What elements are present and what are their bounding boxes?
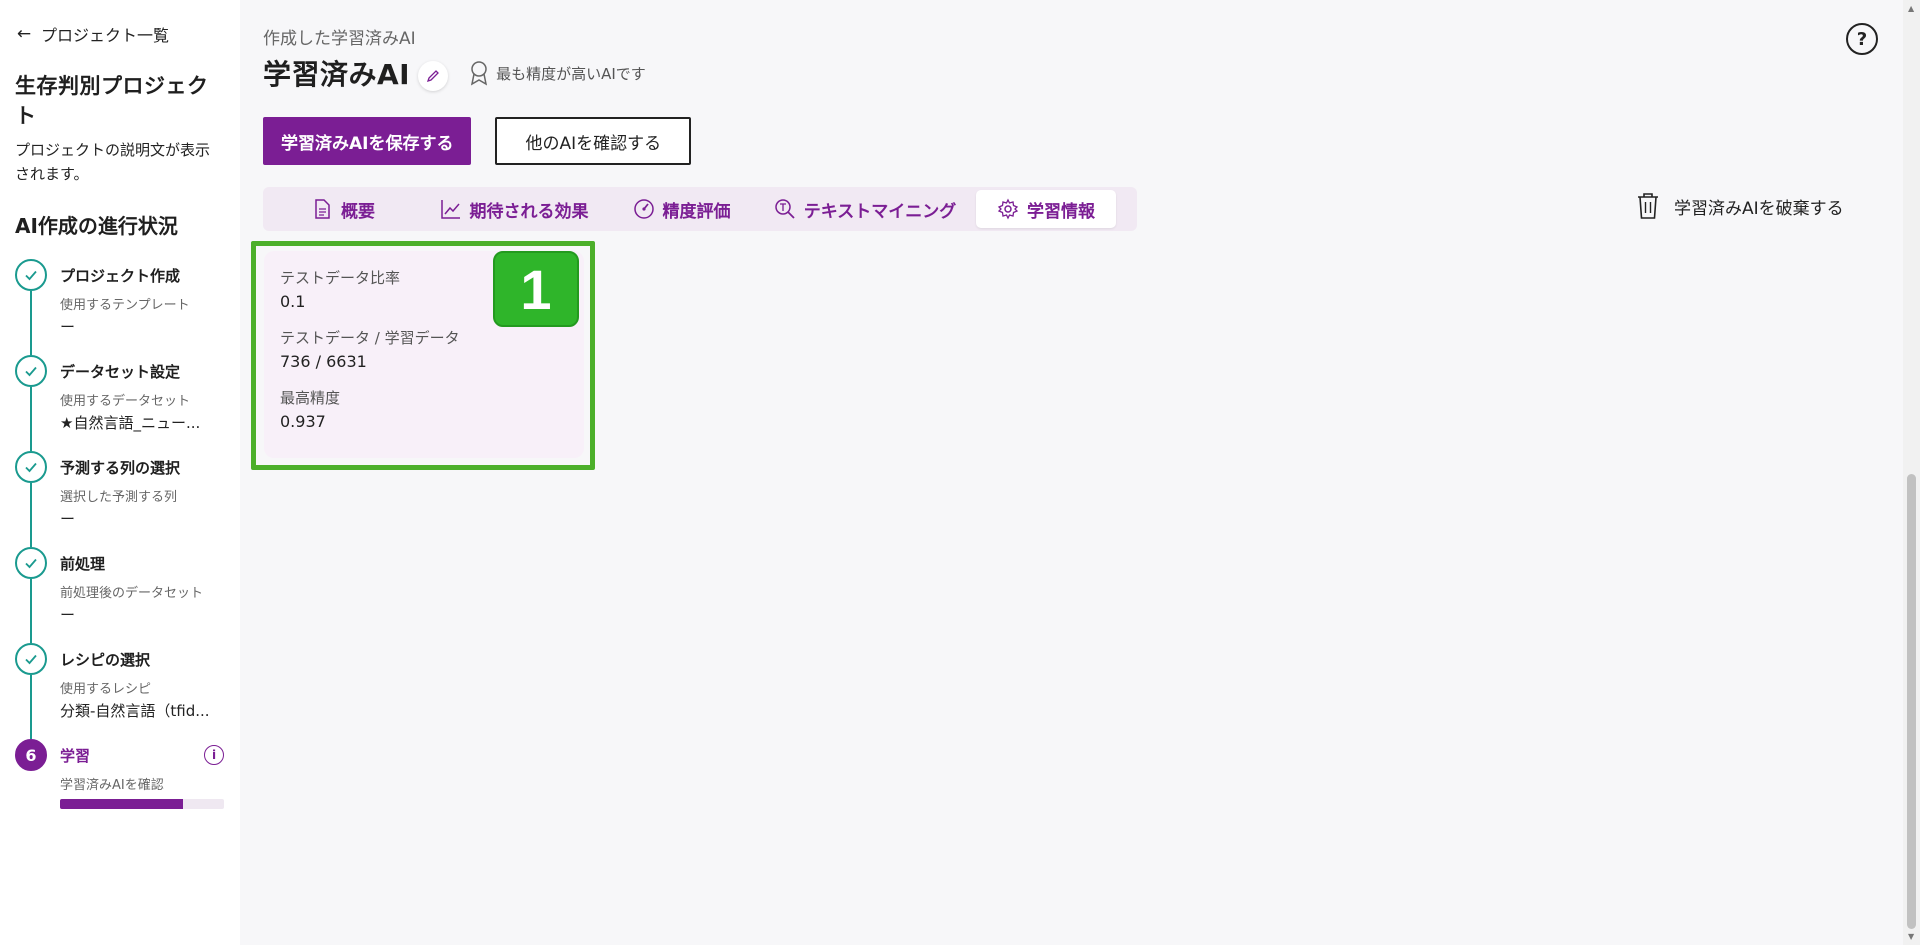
step-value: ★自然言語_ニュー...	[60, 414, 201, 432]
progress-title: AI作成の進行状況	[15, 214, 178, 238]
action-buttons: 学習済みAIを保存する 他のAIを確認する	[263, 117, 1920, 165]
step-title: レシピの選択	[60, 651, 151, 669]
page-title: 学習済みAI	[263, 58, 411, 91]
step-subtitle: 使用するテンプレート	[60, 298, 190, 313]
ribbon-award-icon	[471, 61, 488, 86]
scrollbar-thumb[interactable]	[1907, 474, 1916, 929]
step-title: プロジェクト作成	[60, 267, 181, 285]
step-title: データセット設定	[60, 363, 181, 381]
annotation-number-badge: 1	[493, 251, 579, 327]
title-row: 学習済みAI 最も精度が高いAIです	[263, 53, 1920, 93]
tab-text-mining[interactable]: テキストマイニング	[754, 190, 976, 228]
trash-icon	[1638, 193, 1658, 219]
main-content: 作成した学習済みAI 学習済みAI 最も精度が高いAIです 学習済みAIを保存す…	[240, 0, 1920, 945]
discard-ai-button[interactable]: 学習済みAIを破棄する	[1636, 192, 1844, 220]
edit-title-button[interactable]	[418, 61, 449, 91]
check-icon	[15, 643, 47, 675]
step-subtitle: 学習済みAIを確認	[60, 778, 164, 793]
step-recipe[interactable]: レシピの選択 使用するレシピ 分類-自然言語（tfid...	[15, 643, 224, 739]
step-title: 予測する列の選択	[60, 459, 181, 477]
back-to-projects-link[interactable]: ← プロジェクト一覧	[15, 22, 224, 46]
gear-icon	[997, 198, 1019, 220]
step-dataset[interactable]: データセット設定 使用するデータセット ★自然言語_ニュー...	[15, 355, 224, 451]
step-number-badge: 6	[15, 739, 47, 771]
tab-overview[interactable]: 概要	[267, 190, 419, 228]
step-connector	[30, 387, 32, 451]
tab-label: 精度評価	[662, 201, 731, 222]
tab-label: 学習情報	[1027, 201, 1095, 222]
gauge-icon	[633, 199, 654, 219]
scroll-down-icon[interactable]: ▼	[1908, 932, 1914, 941]
step-title: 学習	[60, 747, 91, 765]
step-title: 前処理	[60, 555, 106, 573]
step-value: ー	[60, 318, 76, 336]
sidebar: ← プロジェクト一覧 生存判別プロジェクト プロジェクトの説明文が表示されます。…	[0, 0, 240, 945]
step-subtitle: 使用するデータセット	[60, 394, 191, 409]
tab-label: 期待される効果	[469, 201, 589, 222]
step-subtitle: 前処理後のデータセット	[60, 586, 204, 601]
breadcrumb: 作成した学習済みAI	[263, 29, 416, 49]
tab-accuracy[interactable]: 精度評価	[609, 190, 754, 228]
step-subtitle: 選択した予測する列	[60, 490, 178, 505]
training-progress-bar	[60, 799, 224, 809]
step-target-column[interactable]: 予測する列の選択 選択した予測する列 ー	[15, 451, 224, 547]
save-ai-button[interactable]: 学習済みAIを保存する	[263, 117, 472, 165]
tab-expected-effect[interactable]: 期待される効果	[419, 190, 609, 228]
step-value: ー	[60, 606, 76, 624]
step-connector	[30, 483, 32, 547]
step-subtitle: 使用するレシピ	[60, 682, 152, 697]
training-progress-fill	[60, 799, 183, 809]
info-icon[interactable]: i	[204, 745, 224, 765]
check-icon	[15, 355, 47, 387]
vertical-scrollbar[interactable]: ▲ ▼	[1903, 0, 1920, 945]
pencil-icon	[427, 70, 440, 83]
tab-label: テキストマイニング	[803, 201, 957, 222]
step-connector	[30, 579, 32, 643]
best-accuracy-badge: 最も精度が高いAIです	[468, 60, 646, 86]
progress-steps: プロジェクト作成 使用するテンプレート ー データセット設定 使用するデータセッ…	[15, 259, 224, 819]
step-project-create[interactable]: プロジェクト作成 使用するテンプレート ー	[15, 259, 224, 355]
step-preprocess[interactable]: 前処理 前処理後のデータセット ー	[15, 547, 224, 643]
check-icon	[15, 259, 47, 291]
project-description: プロジェクトの説明文が表示されます。	[15, 141, 211, 183]
step-value: ー	[60, 510, 76, 528]
app-root: ← プロジェクト一覧 生存判別プロジェクト プロジェクトの説明文が表示されます。…	[0, 0, 1920, 945]
chart-icon	[440, 200, 460, 219]
step-connector	[30, 675, 32, 739]
check-icon	[15, 547, 47, 579]
tab-bar: 概要 期待される効果 精度評価 テキストマイニング 学習情報	[263, 187, 1137, 231]
scroll-up-icon[interactable]: ▲	[1908, 4, 1914, 13]
step-training[interactable]: 6 学習 i 学習済みAIを確認	[15, 739, 224, 819]
step-connector	[30, 291, 32, 355]
document-icon	[315, 199, 330, 219]
view-other-ai-button[interactable]: 他のAIを確認する	[495, 117, 692, 165]
project-title: 生存判別プロジェクト	[15, 74, 209, 128]
tab-training-info[interactable]: 学習情報	[976, 190, 1116, 228]
check-icon	[15, 451, 47, 483]
tab-label: 概要	[341, 201, 375, 222]
back-link-label: プロジェクト一覧	[41, 26, 170, 45]
badge-label: 最も精度が高いAIです	[496, 64, 646, 83]
arrow-left-icon: ←	[16, 24, 32, 44]
step-value: 分類-自然言語（tfid...	[60, 702, 210, 720]
discard-label: 学習済みAIを破棄する	[1674, 198, 1844, 219]
help-icon[interactable]: ?	[1846, 23, 1878, 55]
text-search-icon	[775, 199, 795, 219]
